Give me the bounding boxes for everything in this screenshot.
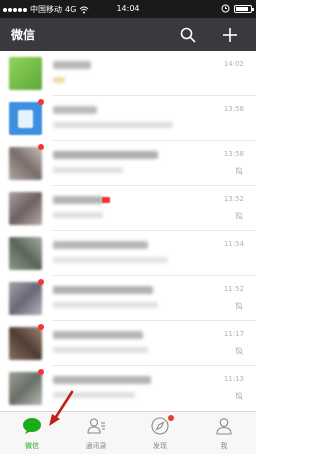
chat-preview-blurred (53, 167, 123, 173)
chat-time: 11:54 (223, 240, 244, 248)
tab-label: 通讯录 (85, 442, 107, 450)
chat-name-blurred (53, 241, 148, 249)
avatar (9, 57, 42, 90)
chat-time: 11:17 (223, 330, 244, 338)
chat-row[interactable]: 11:52 (0, 276, 256, 321)
chat-row[interactable]: 13:58 (0, 141, 256, 186)
avatar (9, 102, 42, 135)
chat-time: 14:02 (223, 60, 244, 68)
avatar (9, 372, 42, 405)
compass-icon (151, 417, 169, 435)
unread-badge (38, 369, 44, 375)
tab-label: 我 (220, 442, 228, 450)
unread-badge (38, 144, 44, 150)
chat-preview-blurred (53, 77, 65, 83)
avatar (9, 237, 42, 270)
chat-list: 14:02 13:58 13:58 13:52 11:54 11:52 11:1… (0, 51, 256, 411)
battery-icon (234, 4, 254, 13)
mute-bell-icon (235, 302, 243, 310)
person-icon (216, 418, 232, 435)
mute-bell-icon (235, 212, 243, 220)
avatar (9, 282, 42, 315)
search-icon[interactable] (179, 26, 197, 44)
chat-name-blurred (53, 151, 158, 159)
add-icon[interactable] (220, 25, 240, 45)
name-badge (102, 197, 110, 203)
chat-preview-blurred (53, 347, 148, 353)
chat-preview-blurred (53, 122, 173, 128)
mute-bell-icon (235, 347, 243, 355)
tab-label: 微信 (25, 442, 39, 450)
status-time: 14:04 (116, 4, 140, 13)
annotation-arrow-icon (49, 390, 74, 426)
avatar (9, 327, 42, 360)
chat-row[interactable]: 13:52 (0, 186, 256, 231)
chat-row[interactable]: 11:13 (0, 366, 256, 411)
unread-badge (38, 99, 44, 105)
tab-label: 发现 (153, 442, 167, 450)
discover-badge (168, 415, 174, 421)
chat-preview-blurred (53, 257, 168, 263)
page-title: 微信 (11, 28, 36, 42)
unread-badge (38, 324, 44, 330)
mute-bell-icon (235, 167, 243, 175)
chat-time: 13:58 (223, 150, 244, 158)
chat-time: 11:52 (223, 285, 244, 293)
chat-name-blurred (53, 376, 151, 384)
status-right (221, 4, 254, 13)
status-bar: 中国移动 4G 14:04 (0, 0, 256, 18)
chat-name-blurred (53, 286, 153, 294)
tab-me[interactable]: 我 (192, 412, 256, 454)
chat-time: 13:58 (223, 105, 244, 113)
chat-time: 13:52 (223, 195, 244, 203)
tab-bar: 微信 通讯录 发现 我 (0, 411, 256, 454)
chat-time: 11:13 (223, 375, 244, 383)
chat-name-blurred (53, 331, 143, 339)
mute-bell-icon (235, 392, 243, 400)
chat-preview-blurred (53, 302, 158, 308)
chat-row[interactable]: 13:58 (0, 96, 256, 141)
tab-discover[interactable]: 发现 (128, 412, 192, 454)
chat-bubble-icon (23, 418, 41, 434)
chat-row[interactable]: 11:17 (0, 321, 256, 366)
chat-row[interactable]: 14:02 (0, 51, 256, 96)
avatar (9, 192, 42, 225)
chat-name-blurred (53, 196, 103, 204)
chat-row[interactable]: 11:54 (0, 231, 256, 276)
chat-name-blurred (53, 61, 91, 69)
unread-badge (38, 279, 44, 285)
header-bar: 微信 (0, 18, 256, 51)
avatar (9, 147, 42, 180)
chat-preview-blurred (53, 212, 103, 218)
chat-name-blurred (53, 106, 97, 114)
alarm-icon (221, 4, 230, 13)
contacts-icon (87, 418, 105, 434)
